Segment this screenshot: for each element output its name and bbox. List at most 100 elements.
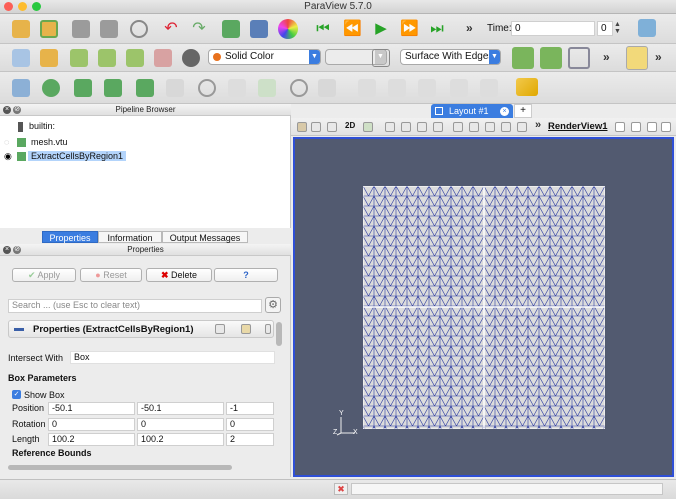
- previous-frame-icon[interactable]: ⏪: [343, 20, 362, 38]
- view-icon[interactable]: [327, 122, 337, 132]
- timer-icon[interactable]: [130, 20, 148, 38]
- view-icon[interactable]: [401, 122, 411, 132]
- calculator-icon[interactable]: [12, 79, 30, 97]
- tab-layout-1[interactable]: Layout #1 ×: [431, 104, 513, 118]
- add-layout-button[interactable]: +: [514, 104, 532, 118]
- save-data-icon[interactable]: [72, 20, 90, 38]
- rescale-time-icon[interactable]: [98, 49, 116, 67]
- clip-icon[interactable]: [74, 79, 92, 97]
- contour-icon[interactable]: [42, 79, 60, 97]
- apply-button[interactable]: ✔ Apply: [12, 268, 76, 282]
- delete-button[interactable]: ✖ Delete: [146, 268, 212, 282]
- view-icon[interactable]: [311, 122, 321, 132]
- color-map-editor-icon[interactable]: [12, 49, 30, 67]
- edit-color-icon[interactable]: [372, 49, 390, 67]
- view-icon[interactable]: [485, 122, 495, 132]
- search-input[interactable]: Search ... (use Esc to clear text): [8, 299, 262, 313]
- plot-over-line-icon[interactable]: [358, 79, 376, 97]
- close-icon[interactable]: ×: [3, 106, 11, 114]
- reset-button[interactable]: ● Reset: [80, 268, 142, 282]
- error-console-icon[interactable]: ✖: [334, 483, 348, 495]
- close-icon[interactable]: ×: [500, 107, 509, 116]
- glyph-icon[interactable]: [198, 79, 216, 97]
- spreadsheet-icon[interactable]: [450, 79, 468, 97]
- ruler-icon[interactable]: [516, 78, 538, 96]
- pipeline-item-extractcells[interactable]: ◉ ExtractCellsByRegion1: [4, 150, 130, 163]
- palette-icon[interactable]: [278, 19, 298, 39]
- tab-information[interactable]: Information: [98, 231, 162, 243]
- toolbar-overflow-icon[interactable]: »: [535, 119, 541, 131]
- time-index-spinner[interactable]: ▲ ▼: [614, 21, 621, 35]
- properties-section-header[interactable]: Properties (ExtractCellsByRegion1): [8, 320, 274, 338]
- group-datasets-icon[interactable]: [290, 79, 308, 97]
- open-file-icon[interactable]: [12, 20, 30, 38]
- horizontal-scrollbar[interactable]: [8, 465, 232, 470]
- probe-icon[interactable]: [480, 79, 498, 97]
- gear-icon[interactable]: ⚙: [265, 297, 281, 313]
- view-icon[interactable]: [469, 122, 479, 132]
- split-horizontal-icon[interactable]: [615, 122, 625, 132]
- rescale-custom-icon[interactable]: [70, 49, 88, 67]
- plot-data-icon[interactable]: [418, 79, 436, 97]
- zoom-to-data-icon[interactable]: [540, 47, 562, 69]
- disconnect-icon[interactable]: [250, 20, 268, 38]
- view-icon[interactable]: [363, 122, 373, 132]
- intersect-with-combo[interactable]: Box: [70, 351, 275, 364]
- maximize-icon[interactable]: [647, 122, 657, 132]
- position-x-input[interactable]: -50.1: [48, 402, 135, 415]
- rescale-visible-icon[interactable]: [126, 49, 144, 67]
- view-icon[interactable]: [417, 122, 427, 132]
- toolbar-overflow-icon[interactable]: »: [655, 50, 662, 64]
- extract-level-icon[interactable]: [318, 79, 336, 97]
- connect-icon[interactable]: [222, 20, 240, 38]
- position-y-input[interactable]: -50.1: [137, 402, 224, 415]
- view-icon[interactable]: [453, 122, 463, 132]
- axes-grid-icon[interactable]: [626, 46, 648, 70]
- rotation-x-input[interactable]: 0: [48, 418, 135, 431]
- view-icon[interactable]: [517, 122, 527, 132]
- help-button[interactable]: ?: [214, 268, 278, 282]
- view-icon[interactable]: [501, 122, 511, 132]
- tab-properties[interactable]: Properties: [42, 231, 98, 243]
- threshold-icon[interactable]: [136, 79, 154, 97]
- close-icon[interactable]: ×: [3, 246, 11, 254]
- length-z-input[interactable]: 2: [226, 433, 274, 446]
- collapse-icon[interactable]: [14, 328, 24, 331]
- view-icon[interactable]: [433, 122, 443, 132]
- float-icon[interactable]: ⊘: [13, 106, 21, 114]
- paste-icon[interactable]: [241, 324, 251, 334]
- split-vertical-icon[interactable]: [631, 122, 641, 132]
- view-icon[interactable]: [385, 122, 395, 132]
- load-state-icon[interactable]: [40, 20, 58, 38]
- slice-icon[interactable]: [104, 79, 122, 97]
- toggle-2d-button[interactable]: 2D: [345, 121, 355, 130]
- play-icon[interactable]: ▶: [372, 20, 390, 38]
- redo-icon[interactable]: ↷: [190, 20, 208, 38]
- time-input[interactable]: 0: [511, 21, 595, 36]
- pipeline-item-mesh[interactable]: ◌ mesh.vtu: [4, 136, 68, 149]
- tab-output-messages[interactable]: Output Messages: [162, 231, 248, 243]
- toolbar-overflow-icon[interactable]: »: [466, 21, 473, 35]
- zoom-to-box-icon[interactable]: [568, 47, 590, 69]
- toolbar-overflow-icon[interactable]: »: [603, 50, 610, 64]
- render-view[interactable]: Y Z X: [293, 137, 674, 477]
- save-screenshot-icon[interactable]: [100, 20, 118, 38]
- visibility-eye-icon[interactable]: ◉: [4, 150, 14, 163]
- coloring-combo[interactable]: Solid Color ▼: [208, 49, 321, 65]
- stream-tracer-icon[interactable]: [228, 79, 246, 97]
- time-index-input[interactable]: 0: [597, 21, 613, 36]
- query-icon[interactable]: [638, 19, 656, 37]
- length-y-input[interactable]: 100.2: [137, 433, 224, 446]
- last-frame-icon[interactable]: ⏭: [428, 20, 446, 38]
- reset-camera-icon[interactable]: [512, 47, 534, 69]
- warp-icon[interactable]: [258, 79, 276, 97]
- rotation-y-input[interactable]: 0: [137, 418, 224, 431]
- undo-icon[interactable]: ↶: [162, 20, 180, 38]
- rotation-z-input[interactable]: 0: [226, 418, 274, 431]
- reset-range-icon[interactable]: [154, 49, 172, 67]
- visibility-eye-icon[interactable]: [182, 49, 200, 67]
- representation-combo[interactable]: Surface With Edges ▼: [400, 49, 501, 65]
- visibility-eye-icon[interactable]: ◌: [4, 136, 14, 149]
- first-frame-icon[interactable]: ⏮: [314, 20, 332, 38]
- float-icon[interactable]: ⊘: [13, 246, 21, 254]
